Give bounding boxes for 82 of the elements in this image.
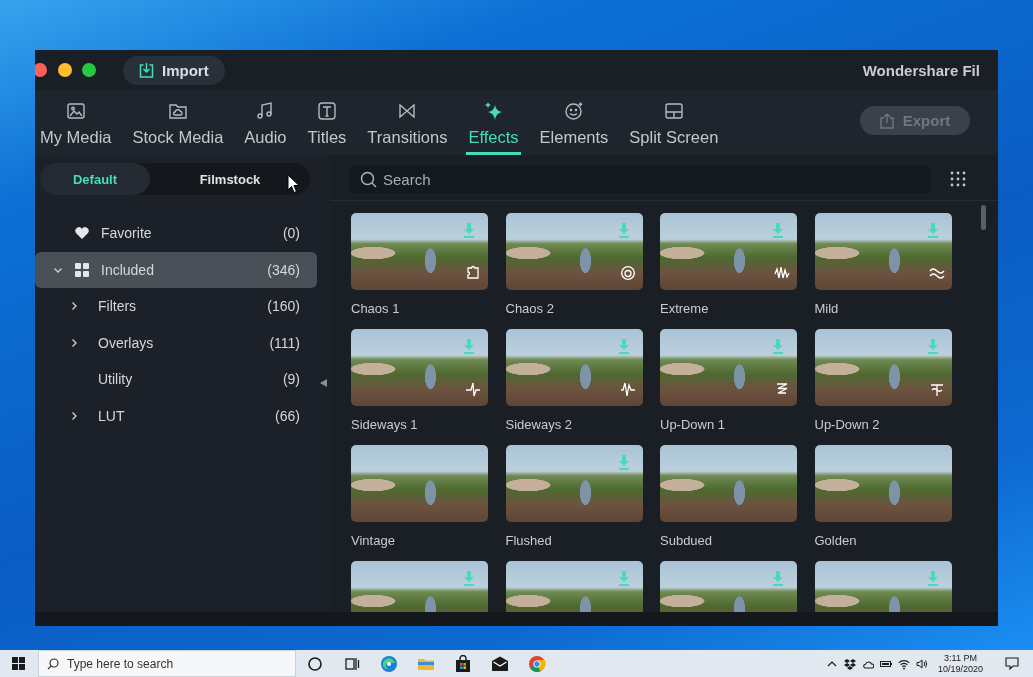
effect-name: Extreme: [660, 301, 710, 316]
effect-name: Chaos 2: [505, 301, 555, 316]
nav-tab[interactable]: Stock Media: [130, 90, 226, 155]
effect-name: Sideways 1: [351, 417, 419, 432]
folder-cloud-icon: [167, 101, 188, 121]
maximize-icon[interactable]: [82, 63, 96, 77]
sidebar-item[interactable]: Favorite (0): [35, 215, 317, 252]
photo-placeholder[interactable]: [351, 213, 488, 290]
nav-tab[interactable]: Audio: [242, 90, 289, 155]
zigzag-icon: [774, 265, 790, 281]
split-layout-icon: [663, 101, 684, 121]
sidebar-item[interactable]: Overlays (111): [35, 324, 317, 361]
scrollbar-thumb[interactable]: [981, 205, 986, 230]
puzzle-icon: [465, 265, 481, 281]
wave-icon: [928, 265, 945, 281]
zigzag-lines-icon: [774, 381, 790, 397]
photo-placeholder[interactable]: [351, 445, 488, 522]
stacked-boxes-icon[interactable]: [843, 657, 856, 670]
mouse-pointer-icon: [287, 174, 300, 194]
effect-name: Golden: [814, 533, 858, 548]
nav-tab[interactable]: My Media: [38, 90, 114, 155]
smiley-icon: [563, 101, 584, 121]
collapse-arrow-icon[interactable]: [320, 379, 327, 387]
sidebar-item[interactable]: Utility (9): [35, 361, 317, 398]
grid-view-icon[interactable]: [950, 171, 966, 187]
photo-placeholder[interactable]: [660, 329, 797, 406]
clock-time[interactable]: 3:11 PM: [944, 652, 977, 664]
nav-tab[interactable]: Transitions: [365, 90, 450, 155]
nav-tab[interactable]: Elements: [537, 90, 611, 155]
heart-icon: [74, 225, 90, 242]
tee-wave-icon: [928, 381, 945, 397]
segment-tab[interactable]: Filmstock: [150, 163, 310, 195]
photo-placeholder[interactable]: [351, 329, 488, 406]
bowtie-icon: [397, 101, 418, 121]
photo-placeholder[interactable]: [505, 213, 643, 290]
photo-placeholder[interactable]: [660, 213, 797, 290]
clock-date[interactable]: 10/19/2020: [937, 663, 983, 675]
text-box-icon: [316, 101, 337, 121]
sidebar-item[interactable]: Included (346): [35, 251, 317, 288]
effect-name: Mild: [814, 301, 840, 316]
notification-icon[interactable]: [1005, 657, 1019, 670]
envelope-icon[interactable]: [491, 654, 509, 673]
pulse-icon: [465, 381, 481, 397]
swirl-browser-icon[interactable]: [380, 654, 398, 673]
photo-placeholder[interactable]: [505, 445, 643, 522]
wifi-icon[interactable]: [897, 657, 910, 670]
image-icon: [65, 101, 86, 121]
photo-placeholder[interactable]: [814, 213, 952, 290]
search-icon: [360, 170, 377, 188]
windows-logo-icon[interactable]: [12, 657, 25, 670]
photo-placeholder[interactable]: [814, 329, 952, 406]
effect-name: Flushed: [505, 533, 553, 548]
round-browser-icon[interactable]: [528, 654, 546, 673]
segment-tab[interactable]: Default: [40, 163, 150, 195]
photo-placeholder[interactable]: [505, 329, 643, 406]
sidebar-item[interactable]: LUT (66): [35, 397, 317, 434]
effect-name: Vintage: [351, 533, 396, 548]
grid-icon: [74, 261, 90, 278]
upload-icon: [879, 112, 894, 129]
effect-name: Subdued: [660, 533, 714, 548]
circle-icon[interactable]: [306, 654, 324, 673]
minimize-icon[interactable]: [57, 63, 72, 77]
window-title: Wondershare Fil: [862, 61, 980, 79]
import-button[interactable]: Import: [123, 55, 225, 85]
shopping-bag-icon[interactable]: [454, 654, 472, 673]
effect-name: Sideways 2: [505, 417, 573, 432]
taskbar-search-field[interactable]: Type here to search: [38, 650, 296, 677]
effect-name: Up-Down 1: [660, 417, 727, 432]
close-icon[interactable]: [35, 63, 47, 77]
search-icon: [47, 657, 59, 670]
photo-placeholder[interactable]: [814, 445, 952, 522]
spike-pulse-icon: [619, 381, 636, 397]
effect-name: Chaos 1: [351, 301, 401, 316]
speaker-icon[interactable]: [915, 657, 928, 670]
search-field[interactable]: Search: [350, 165, 930, 193]
sidebar-item[interactable]: Filters (160): [35, 288, 317, 325]
download-icon: [139, 62, 154, 78]
photo-placeholder[interactable]: [660, 445, 797, 522]
nav-tab[interactable]: Titles: [305, 90, 349, 155]
nav-tab[interactable]: Split Screen: [627, 90, 721, 155]
ring-icon: [619, 265, 636, 281]
effect-name: Up-Down 2: [814, 417, 881, 432]
